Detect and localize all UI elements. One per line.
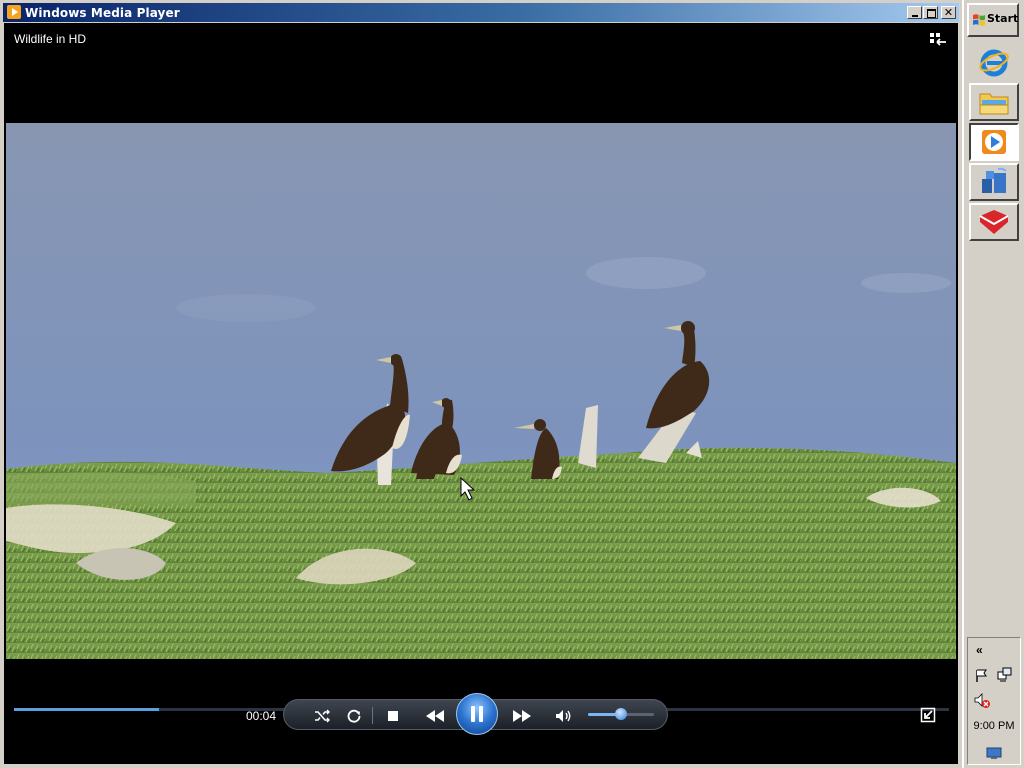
shuffle-icon	[315, 709, 330, 722]
now-playing-area: Wildlife in HD	[4, 23, 958, 764]
stop-icon	[388, 710, 398, 721]
repeat-button[interactable]	[342, 700, 366, 731]
elapsed-time: 00:04	[246, 709, 277, 723]
volume-slider-thumb[interactable]	[615, 708, 627, 720]
internet-explorer-icon	[979, 49, 1009, 77]
speaker-icon	[556, 709, 571, 722]
stop-button[interactable]	[381, 700, 405, 731]
clock[interactable]: 9:00 PM	[968, 720, 1020, 732]
shuffle-button[interactable]	[310, 700, 334, 731]
switch-to-library-icon[interactable]	[928, 31, 948, 49]
close-button[interactable]: ✕	[941, 6, 956, 19]
switch-view-icon[interactable]	[920, 707, 936, 723]
muted-speaker-icon[interactable]	[974, 693, 992, 709]
network-status-icon[interactable]	[996, 667, 1014, 683]
window-title: Windows Media Player	[25, 6, 180, 20]
video-display[interactable]	[6, 123, 956, 659]
taskbar-item-file-explorer[interactable]	[969, 83, 1019, 121]
action-center-flag-icon[interactable]	[974, 669, 990, 683]
divider	[372, 707, 373, 724]
windows-logo-icon	[973, 14, 985, 26]
minimize-button[interactable]	[907, 6, 922, 19]
repeat-icon	[347, 709, 361, 723]
seek-bar-progress	[14, 708, 159, 711]
network-icon	[982, 167, 1007, 193]
taskbar: Start « 9:00 PM	[962, 0, 1024, 768]
previous-button[interactable]	[417, 700, 453, 731]
file-explorer-icon	[979, 93, 1009, 115]
rewind-icon	[426, 709, 444, 722]
show-desktop-icon[interactable]	[986, 746, 1002, 760]
media-player-window: Windows Media Player ✕ Wildlife in HD 00…	[0, 0, 962, 768]
show-hidden-icons-button[interactable]: «	[976, 643, 983, 657]
start-label: Start	[987, 12, 1019, 25]
taskbar-item-security-app[interactable]	[969, 203, 1019, 241]
taskbar-item-network[interactable]	[969, 163, 1019, 201]
play-pause-button[interactable]	[456, 693, 498, 735]
now-playing-title: Wildlife in HD	[14, 32, 87, 46]
security-app-icon	[979, 210, 1009, 234]
system-tray: « 9:00 PM	[967, 637, 1021, 765]
title-bar[interactable]: Windows Media Player ✕	[3, 3, 959, 22]
pause-icon	[471, 706, 483, 722]
taskbar-item-windows-media-player[interactable]	[969, 123, 1019, 161]
windows-media-player-icon	[982, 130, 1006, 154]
next-button[interactable]	[504, 700, 540, 731]
mute-button[interactable]	[552, 700, 576, 731]
taskbar-item-internet-explorer[interactable]	[969, 43, 1019, 81]
start-button[interactable]: Start	[967, 3, 1019, 37]
fast-forward-icon	[513, 709, 531, 722]
maximize-button[interactable]	[923, 6, 938, 19]
media-player-app-icon	[7, 5, 21, 19]
